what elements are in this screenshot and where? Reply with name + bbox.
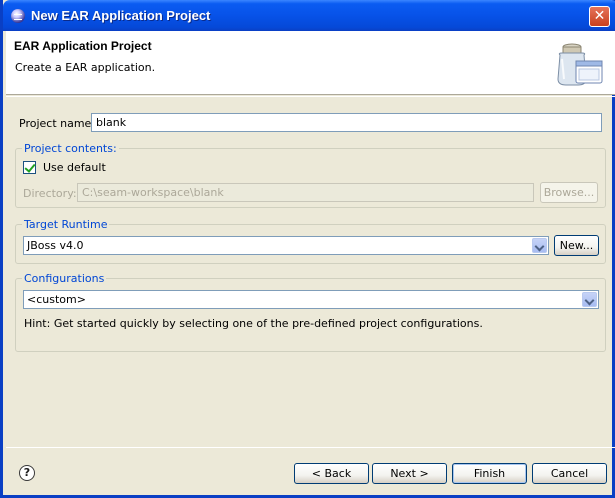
browse-button[interactable]: Browse... [540,182,598,203]
finish-button[interactable]: Finish [452,463,527,484]
wizard-window: New EAR Application Project ✕ EAR Applic… [0,0,615,498]
project-contents-legend: Project contents: [22,142,119,155]
title-bar[interactable]: New EAR Application Project ✕ [3,0,615,31]
eclipse-icon [11,9,25,23]
back-button[interactable]: < Back [294,463,369,484]
configurations-legend: Configurations [22,272,107,285]
wizard-banner: EAR Application Project Create a EAR app… [6,31,615,95]
project-name-label: Project name: [19,117,96,130]
new-runtime-button[interactable]: New... [554,235,599,256]
page-description: Create a EAR application. [15,61,156,74]
directory-input[interactable]: C:\seam-workspace\blank [77,183,534,202]
target-runtime-select[interactable]: JBoss v4.0 [23,236,549,255]
banner-separator [6,96,615,97]
chevron-down-icon[interactable] [582,292,597,307]
next-button[interactable]: Next > [372,463,447,484]
directory-label: Directory: [23,187,77,200]
cancel-button[interactable]: Cancel [532,463,607,484]
chevron-down-icon[interactable] [532,238,547,253]
target-runtime-value: JBoss v4.0 [27,239,84,252]
configurations-select[interactable]: <custom> [23,290,599,309]
use-default-label: Use default [43,161,106,174]
help-icon[interactable]: ? [19,465,35,481]
configurations-hint: Hint: Get started quickly by selecting o… [24,317,483,330]
footer-separator [6,447,615,448]
jar-window-wizard-icon [557,43,603,86]
use-default-checkbox[interactable] [23,161,36,174]
window-title: New EAR Application Project [31,8,211,23]
target-runtime-legend: Target Runtime [22,218,110,231]
close-button[interactable]: ✕ [589,6,610,27]
page-title: EAR Application Project [14,39,152,53]
project-name-input[interactable]: blank [91,113,602,132]
configurations-value: <custom> [27,293,86,306]
